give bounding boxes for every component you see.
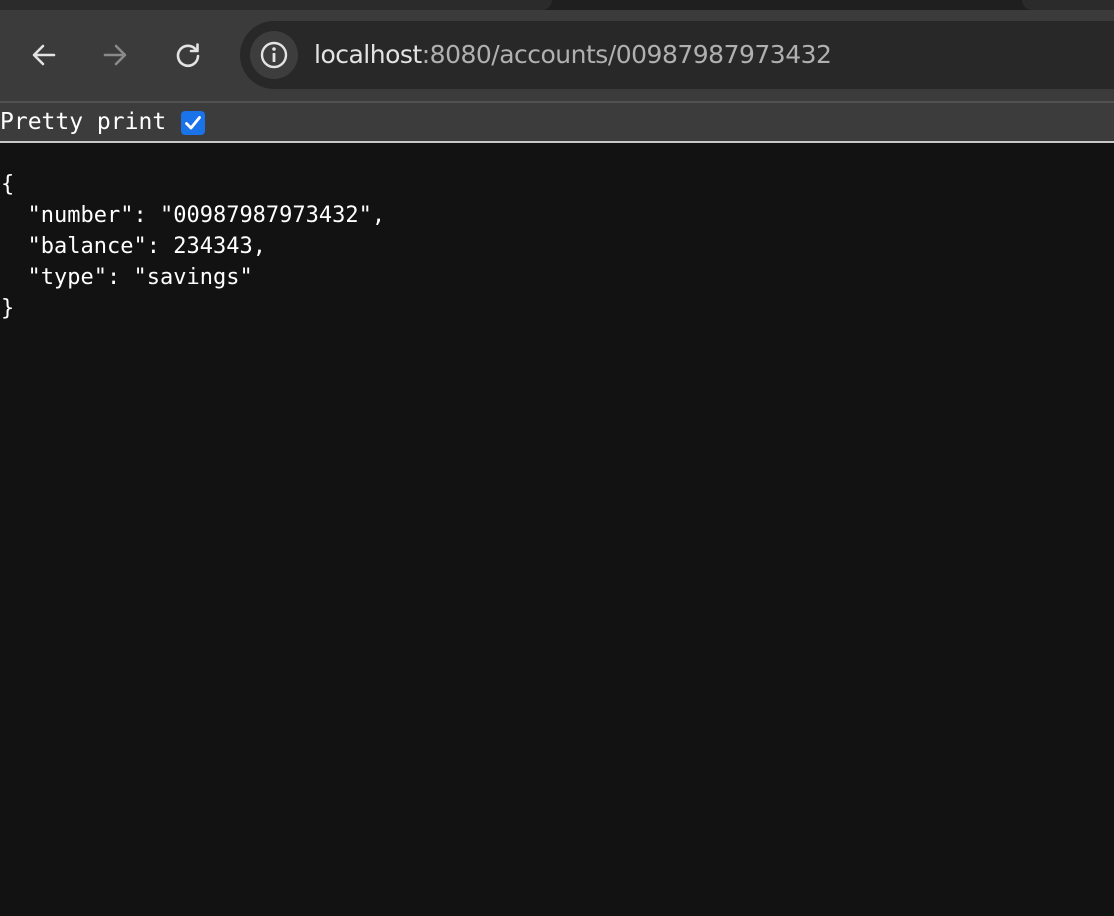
info-icon — [260, 41, 288, 69]
tab-right[interactable] — [1022, 0, 1114, 10]
forward-button[interactable] — [93, 33, 137, 77]
json-value: 234343 — [173, 234, 253, 259]
json-value: "savings" — [133, 265, 253, 290]
tab-strip — [0, 0, 1114, 10]
json-key: "type" — [27, 265, 107, 290]
json-trailing-comma: , — [371, 203, 386, 228]
json-separator: : — [106, 265, 134, 290]
checkmark-icon — [185, 116, 201, 130]
back-button[interactable] — [22, 33, 66, 77]
json-key: "number" — [27, 203, 134, 228]
json-trailing-comma: , — [252, 234, 266, 259]
json-key: "balance" — [27, 234, 147, 259]
url-text[interactable]: localhost:8080/accounts/00987987973432 — [314, 21, 832, 89]
json-separator: : — [146, 234, 174, 259]
tab-left[interactable] — [0, 0, 552, 10]
pretty-print-label[interactable]: Pretty print — [0, 103, 166, 141]
arrow-left-icon — [32, 44, 56, 66]
arrow-right-icon — [103, 44, 127, 66]
reload-icon — [176, 43, 200, 68]
pretty-print-checkbox[interactable] — [181, 111, 205, 135]
json-output: { "number": "00987987973432", "balance":… — [1, 169, 385, 324]
reload-button[interactable] — [166, 33, 210, 77]
json-close-brace: } — [1, 296, 15, 321]
url-path: :8080/accounts/00987987973432 — [421, 40, 832, 69]
json-open-brace: { — [1, 172, 15, 197]
json-value: "00987987973432" — [159, 203, 372, 228]
address-bar[interactable]: localhost:8080/accounts/00987987973432 — [240, 21, 1114, 89]
pretty-print-bar: Pretty print — [0, 103, 1114, 143]
browser-toolbar: localhost:8080/accounts/00987987973432 — [0, 10, 1114, 101]
json-separator: : — [133, 203, 160, 228]
site-info-button[interactable] — [250, 31, 298, 79]
url-host: localhost — [314, 40, 422, 69]
